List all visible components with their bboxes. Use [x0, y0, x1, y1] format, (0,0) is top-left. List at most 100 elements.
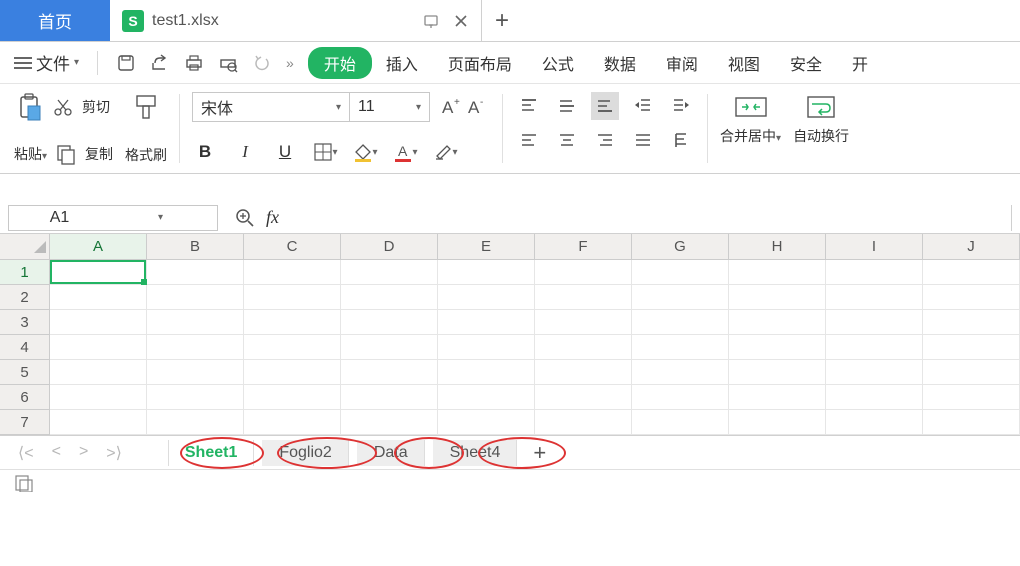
cell[interactable]	[244, 360, 341, 385]
cell[interactable]	[244, 385, 341, 410]
window-display-icon[interactable]	[423, 13, 439, 29]
cell[interactable]	[535, 310, 632, 335]
cell[interactable]	[50, 285, 147, 310]
cell[interactable]	[729, 285, 826, 310]
column-header[interactable]: C	[244, 234, 341, 260]
cut-icon[interactable]	[52, 96, 74, 118]
clear-format-button[interactable]: ▾	[432, 139, 458, 165]
cell[interactable]	[535, 335, 632, 360]
cell[interactable]	[535, 260, 632, 285]
column-header[interactable]: E	[438, 234, 535, 260]
justify-button[interactable]	[629, 126, 657, 154]
cell[interactable]	[729, 410, 826, 435]
cell[interactable]	[923, 310, 1020, 335]
sheet-nav-prev-icon[interactable]: <	[52, 443, 61, 463]
tab-page-layout[interactable]: 页面布局	[448, 51, 512, 75]
merge-center-button[interactable]: 合并居中▾	[720, 92, 781, 165]
cell[interactable]	[244, 335, 341, 360]
cell[interactable]	[535, 360, 632, 385]
cell[interactable]	[341, 335, 438, 360]
document-tab[interactable]: S test1.xlsx	[110, 0, 482, 41]
cell[interactable]	[50, 335, 147, 360]
cell[interactable]	[535, 385, 632, 410]
column-header[interactable]: G	[632, 234, 729, 260]
tab-view[interactable]: 视图	[728, 51, 760, 75]
add-sheet-button[interactable]: +	[525, 440, 554, 466]
decrease-indent-button[interactable]	[629, 92, 657, 120]
cell[interactable]	[341, 310, 438, 335]
align-top-button[interactable]	[515, 92, 543, 120]
cell[interactable]	[826, 410, 923, 435]
align-center-button[interactable]	[553, 126, 581, 154]
cell[interactable]	[147, 310, 244, 335]
home-tab[interactable]: 首页	[0, 0, 110, 41]
font-color-button[interactable]: A▾	[392, 139, 418, 165]
tab-security[interactable]: 安全	[790, 51, 822, 75]
status-icon[interactable]	[14, 474, 34, 492]
underline-button[interactable]: U	[272, 139, 298, 165]
sheet-tab-1[interactable]: Sheet1	[168, 440, 254, 466]
cell[interactable]	[923, 335, 1020, 360]
bold-button[interactable]: B	[192, 139, 218, 165]
align-left-button[interactable]	[515, 126, 543, 154]
cell[interactable]	[632, 310, 729, 335]
cell[interactable]	[535, 410, 632, 435]
increase-font-icon[interactable]: A+	[438, 94, 464, 120]
cell[interactable]	[923, 385, 1020, 410]
cell[interactable]	[147, 360, 244, 385]
cell[interactable]	[632, 285, 729, 310]
column-header[interactable]: H	[729, 234, 826, 260]
name-box[interactable]: A1 ▾	[8, 205, 218, 231]
row-header[interactable]: 3	[0, 310, 50, 335]
select-all-corner[interactable]	[0, 234, 50, 260]
cell[interactable]	[729, 335, 826, 360]
print-preview-icon[interactable]	[218, 53, 238, 73]
zoom-icon[interactable]	[234, 207, 256, 229]
cell[interactable]	[729, 360, 826, 385]
format-painter-group[interactable]: 格式刷	[125, 92, 167, 165]
row-header[interactable]: 2	[0, 285, 50, 310]
cell[interactable]	[729, 310, 826, 335]
cell[interactable]	[826, 385, 923, 410]
paste-label[interactable]: 粘贴▾	[14, 144, 47, 164]
cell-grid[interactable]: A B C D E F G H I J 1 2 3 4 5 6 7	[0, 234, 1020, 435]
cell[interactable]	[147, 285, 244, 310]
auto-wrap-button[interactable]: 自动换行	[793, 92, 849, 165]
cell[interactable]	[826, 285, 923, 310]
cell[interactable]	[244, 285, 341, 310]
cell[interactable]	[535, 285, 632, 310]
cell[interactable]	[244, 410, 341, 435]
row-header[interactable]: 5	[0, 360, 50, 385]
row-header[interactable]: 1	[0, 260, 50, 285]
align-middle-button[interactable]	[553, 92, 581, 120]
cell[interactable]	[923, 285, 1020, 310]
cell[interactable]	[729, 385, 826, 410]
share-icon[interactable]	[150, 53, 170, 73]
cell[interactable]	[50, 310, 147, 335]
cell[interactable]	[826, 360, 923, 385]
sheet-tab-2[interactable]: Foglio2	[262, 440, 348, 466]
align-bottom-button[interactable]	[591, 92, 619, 120]
tab-dev[interactable]: 开	[852, 51, 868, 75]
sheet-tab-4[interactable]: Sheet4	[433, 440, 518, 466]
cell[interactable]	[50, 410, 147, 435]
cut-label[interactable]: 剪切	[82, 97, 110, 117]
cell[interactable]	[341, 385, 438, 410]
cell[interactable]	[341, 260, 438, 285]
cell[interactable]	[147, 410, 244, 435]
row-header[interactable]: 7	[0, 410, 50, 435]
column-header[interactable]: J	[923, 234, 1020, 260]
cell[interactable]	[147, 260, 244, 285]
column-header[interactable]: I	[826, 234, 923, 260]
paste-icon[interactable]	[14, 92, 44, 122]
decrease-font-icon[interactable]: A-	[464, 94, 490, 120]
undo-icon[interactable]	[252, 53, 272, 73]
cell[interactable]	[50, 260, 147, 285]
new-tab-button[interactable]: +	[482, 0, 522, 41]
cell[interactable]	[438, 285, 535, 310]
cell[interactable]	[632, 385, 729, 410]
cell[interactable]	[632, 260, 729, 285]
tab-review[interactable]: 审阅	[666, 51, 698, 75]
row-header[interactable]: 4	[0, 335, 50, 360]
cell[interactable]	[244, 260, 341, 285]
